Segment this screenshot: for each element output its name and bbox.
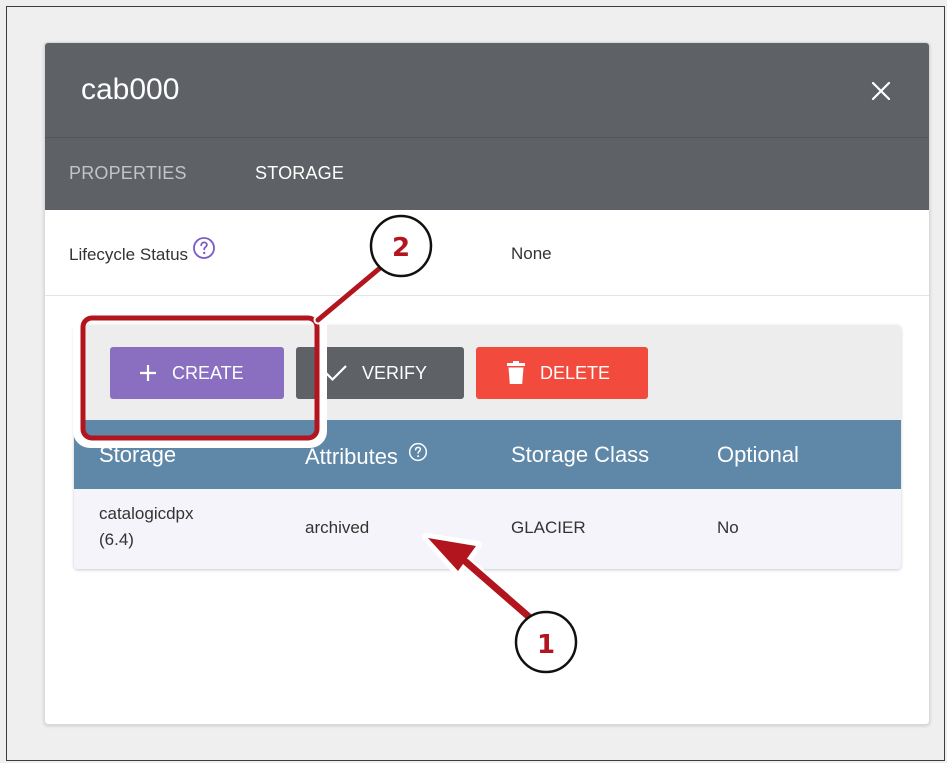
- cell-storage-class: GLACIER: [511, 518, 586, 537]
- column-header-attributes[interactable]: Attributes: [305, 442, 428, 470]
- header-divider: [45, 137, 929, 138]
- cell-storage: catalogicdpx (6.4): [99, 501, 239, 553]
- table-header: Storage Attributes Storage Class Optiona…: [74, 420, 901, 489]
- column-header-attributes-label: Attributes: [305, 444, 398, 469]
- close-icon: [871, 81, 891, 101]
- cell-attributes: archived: [305, 518, 370, 537]
- tab-storage[interactable]: STORAGE: [255, 163, 344, 184]
- help-circle-icon[interactable]: [408, 442, 428, 462]
- cell-optional: No: [717, 518, 739, 537]
- table-row[interactable]: catalogicdpx (6.4) archived GLACIER No: [74, 489, 901, 569]
- storage-toolbar: CREATE VERIFY DELETE: [74, 325, 901, 420]
- plus-icon: [138, 363, 158, 383]
- create-button[interactable]: CREATE: [110, 347, 284, 399]
- lifecycle-status-label: Lifecycle Status: [69, 245, 189, 264]
- lifecycle-status-row: Lifecycle Status None: [45, 210, 929, 296]
- close-button[interactable]: [861, 71, 901, 111]
- trash-icon: [506, 361, 526, 385]
- dialog-title: cab000: [81, 73, 180, 106]
- column-header-optional[interactable]: Optional: [717, 442, 799, 468]
- column-header-storage[interactable]: Storage: [99, 442, 176, 468]
- storage-table-card: CREATE VERIFY DELETE Storage Attributes …: [74, 325, 901, 569]
- create-button-label: CREATE: [172, 362, 244, 383]
- storage-dialog: cab000 PROPERTIES STORAGE Lifecycle Stat…: [44, 42, 930, 725]
- storage-name: catalogicdpx: [99, 504, 194, 523]
- verify-button-label: VERIFY: [362, 362, 428, 383]
- lifecycle-status-value: None: [511, 244, 552, 263]
- dialog-header: cab000 PROPERTIES STORAGE: [45, 43, 929, 210]
- column-header-storage-class[interactable]: Storage Class: [511, 442, 649, 468]
- help-circle-icon[interactable]: [192, 236, 216, 260]
- delete-button[interactable]: DELETE: [476, 347, 648, 399]
- verify-button[interactable]: VERIFY: [296, 347, 464, 399]
- check-icon: [324, 363, 348, 383]
- delete-button-label: DELETE: [540, 362, 611, 383]
- tab-properties[interactable]: PROPERTIES: [69, 163, 187, 184]
- storage-version: (6.4): [99, 530, 134, 549]
